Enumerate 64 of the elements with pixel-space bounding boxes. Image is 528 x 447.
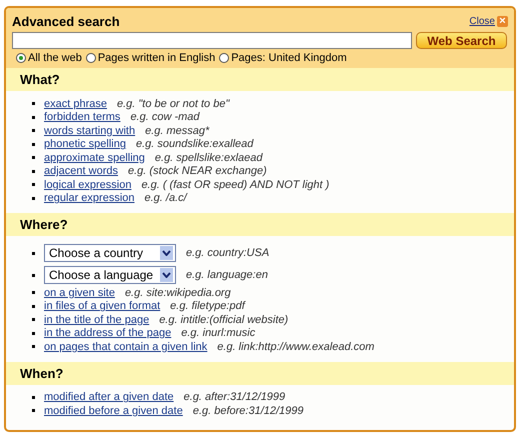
example-text: e.g. site:wikipedia.org — [124, 286, 231, 299]
option-link[interactable]: words starting with — [44, 124, 136, 137]
option-link[interactable]: phonetic spelling — [44, 138, 126, 150]
radio-label[interactable]: Pages: United Kingdom — [231, 52, 347, 64]
example-text: e.g. soundslike:exallead — [136, 138, 254, 150]
bullet-icon — [32, 142, 35, 146]
section-heading: Where? — [20, 217, 68, 232]
radio-button[interactable] — [86, 53, 96, 63]
section-heading: What? — [20, 72, 60, 87]
example-text: e.g. language:en — [186, 269, 268, 281]
option-link[interactable]: on a given site — [44, 286, 115, 299]
dialog-title: Advanced search — [12, 14, 121, 28]
bullet-icon — [32, 196, 35, 200]
option-link[interactable]: modified before a given date — [44, 404, 183, 417]
example-text: e.g. filetype:pdf — [170, 300, 245, 312]
close-link[interactable]: Close — [469, 16, 495, 26]
example-text: e.g. inurl:music — [181, 327, 256, 340]
example-text: e.g. country:USA — [186, 247, 270, 259]
example-text: e.g. intitle:(official website) — [159, 314, 288, 326]
example-text: e.g. messag* — [145, 124, 210, 137]
radio-button[interactable] — [16, 53, 26, 63]
bullet-icon — [32, 252, 35, 254]
bullet-icon — [32, 183, 35, 186]
option-link[interactable]: in files of a given format — [44, 300, 160, 312]
example-text: e.g. ( (fast OR speed) AND NOT light ) — [141, 178, 330, 191]
bullet-icon — [32, 170, 35, 173]
option-link[interactable]: approximate spelling — [44, 152, 145, 164]
option-link[interactable]: exact phrase — [44, 98, 107, 110]
example-text: e.g. spellslike:exlaead — [154, 152, 263, 164]
example-text: e.g. "to be or not to be" — [116, 98, 230, 110]
example-text: e.g. link:http://www.exalead.com — [217, 340, 374, 353]
bullet-icon — [32, 409, 35, 412]
search-field[interactable] — [12, 32, 412, 49]
bullet-icon — [32, 116, 35, 119]
option-link[interactable]: on pages that contain a given link — [44, 340, 208, 353]
option-link[interactable]: in the title of the page — [44, 314, 150, 326]
bullet-icon — [32, 156, 35, 160]
option-link[interactable]: regular expression — [44, 192, 134, 204]
option-link[interactable]: logical expression — [44, 178, 132, 191]
bullet-icon — [32, 345, 35, 348]
radio-label[interactable]: All the web — [28, 52, 82, 64]
bullet-icon — [32, 332, 35, 335]
web-search-button[interactable]: Web Search — [416, 32, 507, 49]
bullet-icon — [32, 291, 35, 294]
option-link[interactable]: in the address of the page — [44, 327, 172, 340]
option-link[interactable]: adjacent words — [44, 165, 118, 178]
bullet-icon — [32, 102, 35, 106]
bullet-icon — [32, 304, 35, 308]
dropdown[interactable]: Choose a country — [44, 244, 176, 262]
option-link[interactable]: forbidden terms — [44, 111, 120, 124]
example-text: e.g. before:31/12/1999 — [192, 404, 304, 417]
bullet-icon — [32, 396, 35, 399]
dropdown[interactable]: Choose a language — [44, 266, 176, 284]
bullet-icon — [32, 318, 35, 322]
bullet-icon — [32, 129, 35, 132]
section-heading: When? — [20, 366, 64, 380]
option-link[interactable]: modified after a given date — [44, 391, 174, 404]
example-text: e.g. cow -mad — [130, 111, 200, 124]
example-text: e.g. (stock NEAR exchange) — [128, 165, 267, 178]
bullet-icon — [32, 274, 35, 276]
radio-label[interactable]: Pages written in English — [98, 52, 216, 64]
example-text: e.g. after:31/12/1999 — [184, 391, 286, 404]
radio-button[interactable] — [219, 53, 230, 63]
example-text: e.g. /a.c/ — [144, 192, 187, 204]
